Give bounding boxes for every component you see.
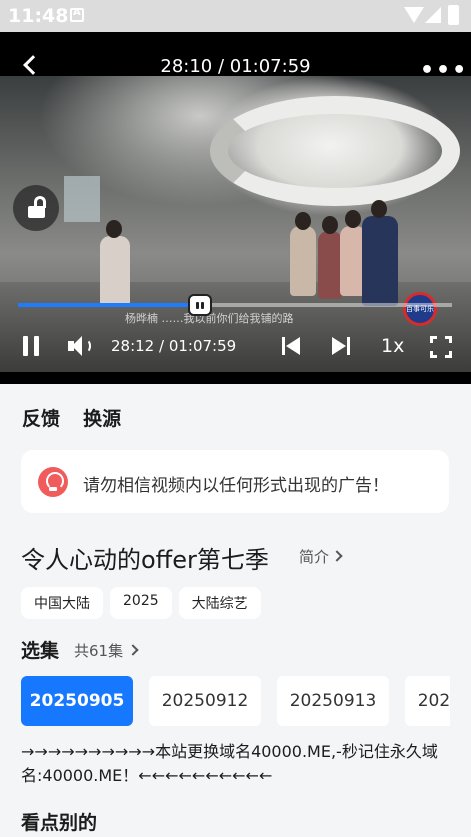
tag-region[interactable]: 中国大陆 [21, 587, 103, 619]
person-head [322, 216, 338, 234]
window-decor [64, 176, 100, 222]
person-figure [318, 231, 342, 299]
ad-warning-banner: 请勿相信视频内以任何形式出现的广告！ [21, 450, 449, 513]
episode-item[interactable]: 20250912 [149, 676, 261, 726]
recommendations-title: 看点别的 [21, 812, 98, 834]
signal-icon [425, 7, 441, 23]
fullscreen-icon[interactable] [430, 336, 452, 358]
intro-link[interactable]: 简介 [299, 546, 341, 567]
next-episode-icon[interactable] [332, 337, 352, 357]
show-title: 令人心动的offer第七季 [21, 546, 269, 574]
person-figure [362, 216, 398, 306]
pause-icon[interactable] [22, 336, 40, 356]
person-head [106, 220, 122, 238]
video-player[interactable]: 百事可乐 28:10 / 01:07:59 ••• 杨晔楠 ……我以前你们给我铺… [0, 32, 471, 384]
switch-source-button[interactable]: 换源 [83, 408, 121, 430]
person-figure [100, 236, 130, 306]
progress-thumb[interactable] [188, 294, 213, 316]
playback-speed-button[interactable]: 1x [381, 335, 404, 357]
video-frame: 百事可乐 [0, 76, 471, 372]
episodes-title: 选集 [21, 640, 60, 662]
person-head [345, 210, 361, 228]
previous-episode-icon[interactable] [282, 337, 302, 357]
screen-lock-button[interactable] [13, 185, 59, 231]
progress-bar[interactable] [18, 303, 452, 307]
notification-icon [70, 7, 84, 22]
player-top-bar: 28:10 / 01:07:59 ••• [0, 32, 471, 102]
person-figure [290, 226, 316, 296]
volume-icon[interactable] [68, 336, 92, 356]
show-tags: 中国大陆 2025 大陆综艺 [21, 587, 261, 619]
status-bar: 11:48 [0, 0, 471, 32]
ad-warning-text: 请勿相信视频内以任何形式出现的广告！ [83, 476, 389, 496]
playback-time: 28:12 / 01:07:59 [111, 337, 237, 355]
domain-announcement: →→→→→→→→→→本站更换域名40000.ME,-秒记住永久域名:40000.… [21, 742, 438, 785]
player-header-time: 28:10 / 01:07:59 [160, 56, 311, 77]
lightbulb-icon [38, 467, 68, 497]
tag-year[interactable]: 2025 [110, 587, 172, 619]
episode-list: 20250905 20250912 20250913 20250919 [21, 676, 450, 726]
more-options-icon[interactable]: ••• [420, 58, 468, 83]
episode-item-active[interactable]: 20250905 [21, 676, 133, 726]
player-controls: 28:12 / 01:07:59 1x [0, 330, 471, 362]
episodes-heading: 选集 [21, 636, 59, 663]
episode-item[interactable]: 20250919 [405, 676, 450, 726]
person-head [371, 200, 387, 218]
action-links: 反馈 换源 [22, 404, 139, 431]
person-head [295, 212, 311, 230]
staircase-decor [210, 96, 460, 206]
wifi-icon [404, 7, 424, 23]
tag-genre[interactable]: 大陆综艺 [178, 587, 261, 619]
progress-fill [18, 303, 201, 307]
battery-icon [448, 5, 459, 25]
status-time: 11:48 [8, 5, 69, 27]
episode-item[interactable]: 20250913 [277, 676, 389, 726]
feedback-button[interactable]: 反馈 [22, 408, 60, 430]
channel-logo: 百事可乐 [403, 292, 437, 326]
episode-count-link[interactable]: 共61集 [74, 640, 137, 661]
